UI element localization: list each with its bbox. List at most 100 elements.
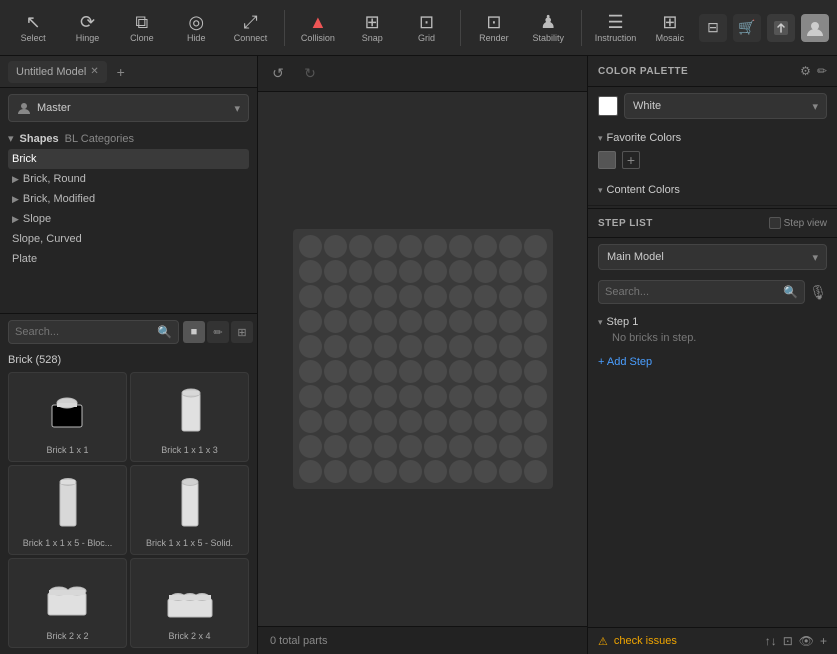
toolbar-select[interactable]: ↖ Select <box>8 4 58 52</box>
brick-image-2 <box>38 474 98 534</box>
baseplate-dot <box>299 435 322 458</box>
step-model-dropdown[interactable]: Main Model ▾ <box>598 244 827 270</box>
bottom-add-icon[interactable]: + <box>820 634 827 648</box>
step-search-input[interactable] <box>605 286 783 298</box>
toolbar-separator-1 <box>284 10 285 46</box>
baseplate-dot <box>324 385 347 408</box>
bottom-action-buttons: ↑↓ ⊡ 👁 + <box>765 634 827 648</box>
step-view-checkbox[interactable] <box>769 217 781 229</box>
toolbar-render[interactable]: ⊡ Render <box>469 4 519 52</box>
baseplate-dot <box>299 310 322 333</box>
check-issues-bar: ⚠ check issues ↑↓ ⊡ 👁 + <box>588 627 837 654</box>
brick-item-2[interactable]: Brick 1 x 1 x 5 - Bloc... <box>8 465 127 555</box>
brick-item-1[interactable]: Brick 1 x 1 x 3 <box>130 372 249 462</box>
master-dropdown[interactable]: Master ▾ <box>8 94 249 122</box>
brick-item-4[interactable]: Brick 2 x 2 <box>8 558 127 648</box>
view-grid-btn[interactable]: ⊞ <box>231 321 253 343</box>
tab-close-icon[interactable]: ✕ <box>90 66 98 77</box>
toolbar-cart-btn[interactable]: 🛒 <box>733 14 761 42</box>
toolbar-stability[interactable]: ♟ Stability <box>523 4 573 52</box>
view-square-btn[interactable]: ■ <box>183 321 205 343</box>
toolbar-hinge-label: Hinge <box>76 33 100 43</box>
baseplate-dot <box>324 410 347 433</box>
cat-brick-round[interactable]: ▶ Brick, Round <box>8 169 249 189</box>
cat-slope-curved[interactable]: Slope, Curved <box>8 229 249 249</box>
brick-item-3[interactable]: Brick 1 x 1 x 5 - Solid. <box>130 465 249 555</box>
tab-untitled-model[interactable]: Untitled Model ✕ <box>8 61 107 83</box>
toolbar-snap[interactable]: ⊞ Snap <box>347 4 397 52</box>
brick-item-0[interactable]: Brick 1 x 1 <box>8 372 127 462</box>
fav-swatch-gray[interactable] <box>598 151 616 169</box>
mic-icon[interactable]: 🎙 <box>809 284 827 301</box>
cat-slope[interactable]: ▶ Slope <box>8 209 249 229</box>
toolbar-mosaic[interactable]: ⊞ Mosaic <box>645 4 695 52</box>
toolbar-collision[interactable]: ▲ Collision <box>293 4 343 52</box>
color-dropdown-arrow: ▾ <box>812 100 818 113</box>
canvas-area[interactable] <box>258 92 587 626</box>
brick-label-4: Brick 2 x 2 <box>46 631 88 641</box>
canvas-undo-btn[interactable]: ↺ <box>266 62 290 86</box>
add-step-button[interactable]: + Add Step <box>588 352 837 372</box>
baseplate-dot <box>499 435 522 458</box>
baseplate-dot <box>524 310 547 333</box>
step-search-icon[interactable]: 🔍 <box>783 285 798 299</box>
baseplate-dot <box>424 410 447 433</box>
toolbar-instruction[interactable]: ☰ Instruction <box>590 4 640 52</box>
search-input[interactable] <box>15 326 157 338</box>
brick-item-5[interactable]: Brick 2 x 4 <box>130 558 249 648</box>
baseplate-dot <box>374 410 397 433</box>
baseplate-dot <box>324 360 347 383</box>
step-search-row: 🔍 🎙 <box>588 276 837 308</box>
toolbar-upload-btn[interactable] <box>767 14 795 42</box>
baseplate-dot <box>474 360 497 383</box>
color-swatch-white <box>598 96 618 116</box>
cat-brick-modified-label: Brick, Modified <box>23 193 95 205</box>
brick-image-4 <box>38 567 98 627</box>
baseplate-dot <box>299 285 322 308</box>
cat-brick-modified[interactable]: ▶ Brick, Modified <box>8 189 249 209</box>
cat-plate[interactable]: Plate <box>8 249 249 269</box>
bottom-sort-icon[interactable]: ↑↓ <box>765 634 777 648</box>
canvas-redo-btn[interactable]: ↻ <box>298 62 322 86</box>
baseplate-dot <box>524 435 547 458</box>
fav-add-button[interactable]: + <box>622 151 640 169</box>
toolbar-display-btn[interactable]: ⊟ <box>699 14 727 42</box>
toolbar-hinge[interactable]: ⟳ Hinge <box>62 4 112 52</box>
bottom-display-icon[interactable]: ⊡ <box>783 634 793 648</box>
baseplate-dot <box>499 260 522 283</box>
step-search-wrap: 🔍 <box>598 280 805 304</box>
toolbar-grid[interactable]: ⊡ Grid <box>401 4 451 52</box>
brick-label-1: Brick 1 x 1 x 3 <box>161 445 218 455</box>
bl-categories-label[interactable]: BL Categories <box>65 133 134 145</box>
shapes-toggle-icon[interactable]: ▾ <box>8 132 14 145</box>
select-icon: ↖ <box>26 13 41 31</box>
baseplate-dot <box>424 285 447 308</box>
edit-icon[interactable]: ✏ <box>817 64 827 78</box>
baseplate-dot <box>324 235 347 258</box>
step-view-checkbox-row[interactable]: Step view <box>769 217 827 229</box>
toolbar-connect[interactable]: ⤢ Connect <box>225 4 275 52</box>
baseplate-dot <box>299 260 322 283</box>
cat-brick[interactable]: Brick <box>8 149 249 169</box>
baseplate-dot <box>374 235 397 258</box>
search-icon[interactable]: 🔍 <box>157 325 172 339</box>
view-pen-btn[interactable]: ✏ <box>207 321 229 343</box>
toolbar-clone-label: Clone <box>130 33 154 43</box>
baseplate-dot <box>299 460 322 483</box>
check-issues-label[interactable]: check issues <box>614 635 677 647</box>
favorite-colors-header[interactable]: ▾ Favorite Colors <box>598 129 827 147</box>
step-1-header[interactable]: ▾ Step 1 <box>598 314 827 330</box>
cat-slope-label: Slope <box>23 213 51 225</box>
user-avatar[interactable] <box>801 14 829 42</box>
tab-add-button[interactable]: + <box>111 62 131 82</box>
toolbar-clone[interactable]: ⧉ Clone <box>117 4 167 52</box>
baseplate-dot <box>474 385 497 408</box>
filter-icon[interactable]: ⚙ <box>800 64 811 78</box>
color-dropdown[interactable]: White ▾ <box>624 93 827 119</box>
tab-label: Untitled Model <box>16 66 86 78</box>
toolbar-hide[interactable]: ◎ Hide <box>171 4 221 52</box>
content-colors-header[interactable]: ▾ Content Colors <box>598 181 827 199</box>
bottom-eye-icon[interactable]: 👁 <box>799 634 814 648</box>
baseplate-dot <box>399 310 422 333</box>
baseplate-dot <box>374 335 397 358</box>
